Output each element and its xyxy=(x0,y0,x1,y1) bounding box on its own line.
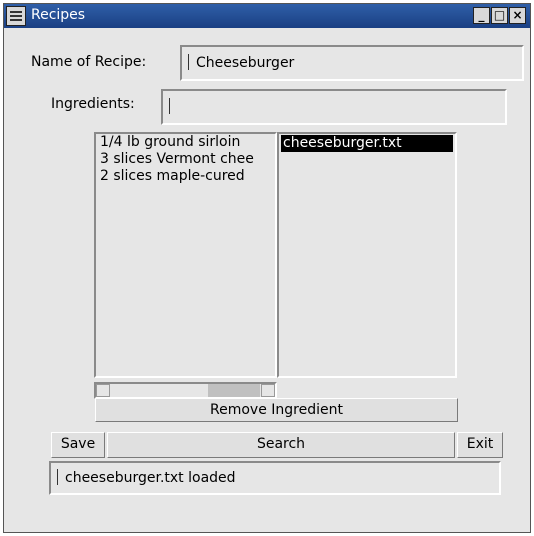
recipe-name-input[interactable]: Cheeseburger xyxy=(180,45,524,81)
text-cursor-icon xyxy=(188,54,195,70)
horizontal-scrollbar[interactable] xyxy=(94,382,277,399)
scroll-right-arrow-icon[interactable] xyxy=(261,384,275,397)
text-cursor-icon xyxy=(57,469,64,485)
scroll-thumb[interactable] xyxy=(208,384,260,397)
title-bar[interactable]: Recipes _ □ × xyxy=(4,4,530,28)
save-button[interactable]: Save xyxy=(51,432,105,458)
recipe-name-label: Name of Recipe: xyxy=(31,54,147,70)
ingredient-item[interactable]: 2 slices maple-cured xyxy=(96,168,275,185)
close-icon[interactable]: × xyxy=(509,7,526,24)
ingredient-item[interactable]: 1/4 lb ground sirloin xyxy=(96,134,275,151)
window-title: Recipes xyxy=(31,7,86,23)
ingredient-item[interactable]: 3 slices Vermont chee xyxy=(96,151,275,168)
ingredients-listbox[interactable]: 1/4 lb ground sirloin 3 slices Vermont c… xyxy=(94,132,277,378)
remove-ingredient-button[interactable]: Remove Ingredient xyxy=(95,398,458,422)
recipes-window: Recipes _ □ × Name of Recipe: Cheeseburg… xyxy=(3,3,531,533)
search-button[interactable]: Search xyxy=(107,432,455,458)
files-listbox[interactable]: cheeseburger.txt xyxy=(277,132,457,378)
text-cursor-icon xyxy=(169,98,176,114)
ingredients-input[interactable] xyxy=(161,89,507,125)
maximize-icon[interactable]: □ xyxy=(491,7,508,24)
ingredients-label: Ingredients: xyxy=(51,96,135,112)
scroll-left-arrow-icon[interactable] xyxy=(96,384,110,397)
window-menu-icon[interactable] xyxy=(6,6,26,26)
exit-button[interactable]: Exit xyxy=(457,432,503,458)
status-field[interactable]: cheeseburger.txt loaded xyxy=(49,461,501,495)
minimize-icon[interactable]: _ xyxy=(473,7,490,24)
file-item-selected[interactable]: cheeseburger.txt xyxy=(281,135,453,152)
